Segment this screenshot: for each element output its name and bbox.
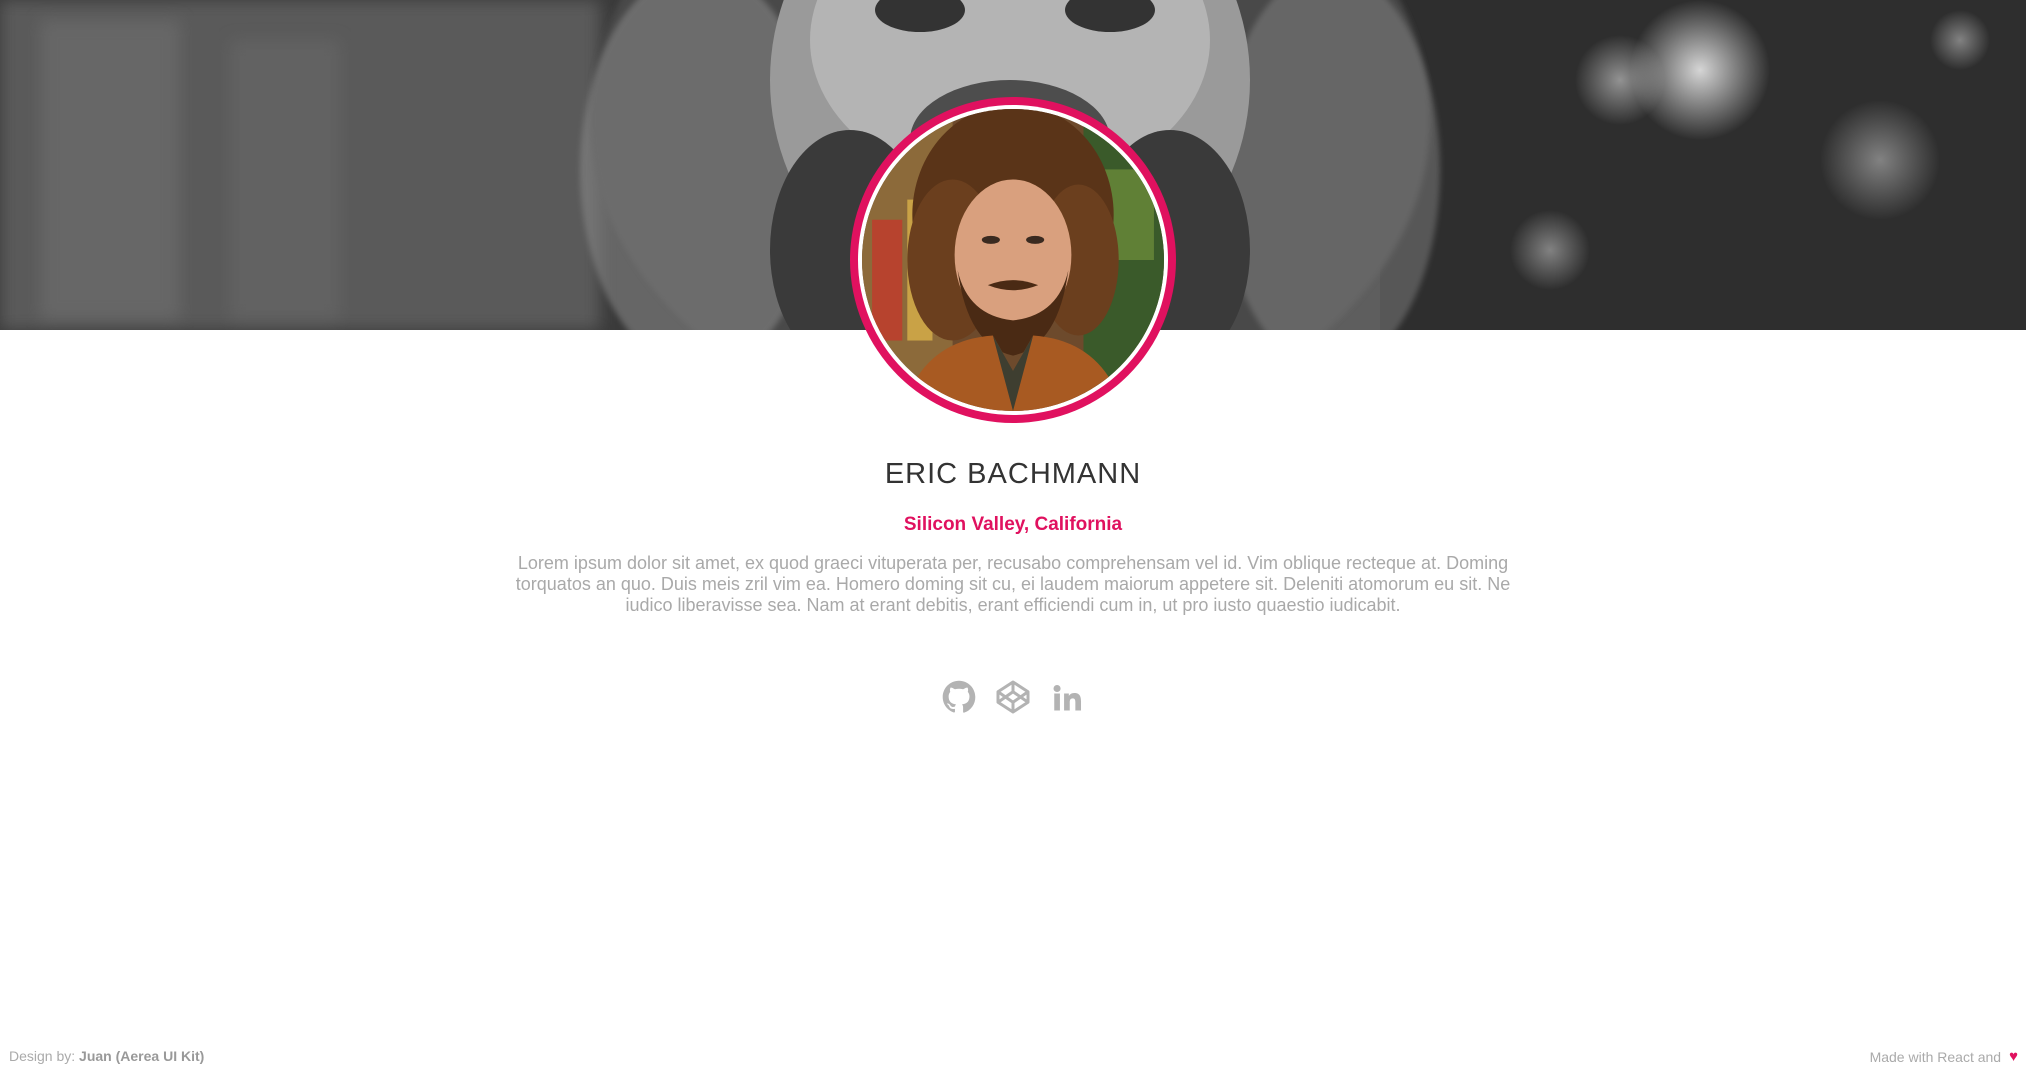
github-icon: [942, 680, 976, 713]
profile-bio: Lorem ipsum dolor sit amet, ex quod grae…: [515, 553, 1511, 615]
footer-designer[interactable]: Juan (Aerea UI Kit): [79, 1048, 204, 1064]
profile-page: ERIC BACHMANN Silicon Valley, California…: [0, 0, 2026, 1075]
footer-credit: Design by: Juan (Aerea UI Kit): [9, 1048, 204, 1064]
linkedin-link[interactable]: [1049, 677, 1085, 717]
heart-icon: ♥: [2009, 1048, 2018, 1065]
footer-design-label: Design by:: [9, 1048, 76, 1064]
codepen-icon: [996, 680, 1030, 714]
linkedin-icon: [1053, 684, 1082, 711]
avatar-image: [862, 109, 1164, 411]
avatar-border: [858, 105, 1168, 415]
codepen-link[interactable]: [995, 677, 1031, 717]
footer-made-with-text: Made with React and: [1869, 1048, 2002, 1065]
profile-location: Silicon Valley, California: [903, 514, 1123, 535]
footer-made-with: Made with React and ♥: [1870, 1048, 2018, 1065]
social-links: [0, 677, 2026, 717]
github-link[interactable]: [941, 677, 977, 717]
avatar: [850, 97, 1176, 423]
profile-name: ERIC BACHMANN: [884, 458, 1142, 490]
